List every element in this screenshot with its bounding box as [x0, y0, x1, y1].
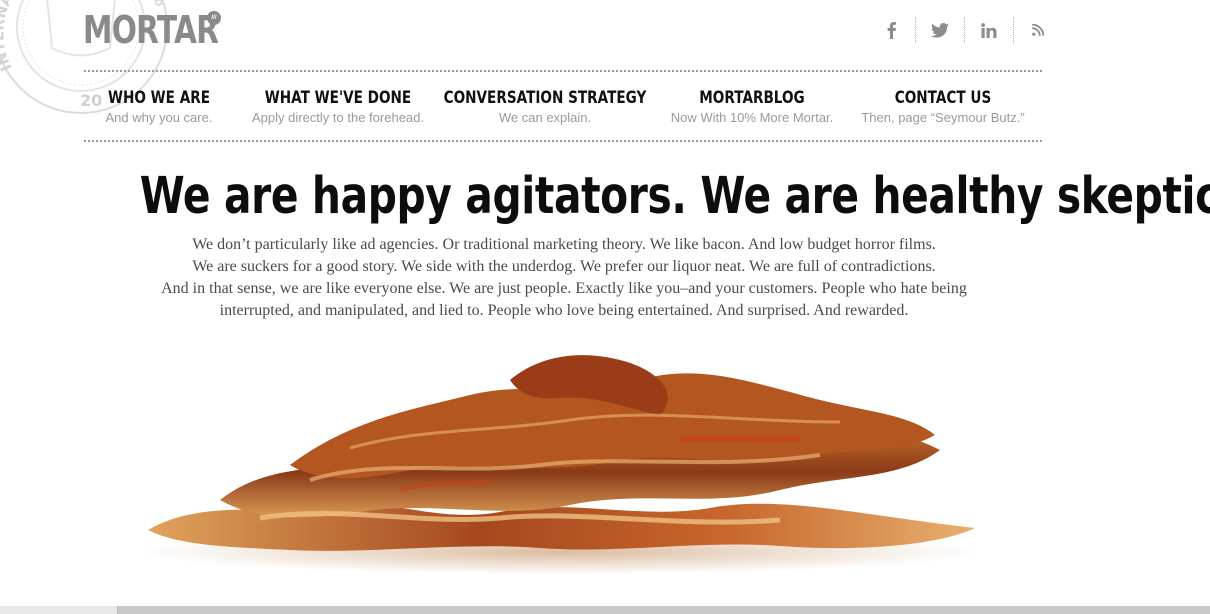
nav-item-subtitle: Apply directly to the forehead. — [252, 110, 424, 125]
bacon-image — [140, 355, 980, 574]
nav-item-what-weve-done[interactable]: WHAT WE'VE DONE Apply directly to the fo… — [247, 88, 430, 127]
page-headline: We are happy agitators. We are healthy s… — [0, 168, 1210, 226]
headline-text: We are happy agitators. We are healthy s… — [139, 167, 1210, 226]
linkedin-link[interactable] — [964, 17, 1013, 43]
nav-item-conversation-strategy[interactable]: CONVERSATION STRATEGY We can explain. — [418, 88, 671, 127]
main-nav: WHO WE ARE And why you care. WHAT WE'VE … — [84, 70, 1042, 142]
intro-line: And in that sense, we are like everyone … — [161, 280, 967, 297]
nav-item-label: MORTARBLOG — [699, 88, 805, 108]
brand-mark-icon: /// — [207, 11, 221, 25]
nav-item-contact-us[interactable]: CONTACT US Then, page “Seymour Butz.” — [861, 88, 1024, 127]
rss-icon — [1032, 24, 1044, 36]
intro-line: interrupted, and manipulated, and lied t… — [219, 302, 909, 319]
nav-item-subtitle: And why you care. — [105, 110, 213, 125]
nav-item-label: WHO WE ARE — [108, 88, 210, 108]
intro-line: We don’t particularly like ad agencies. … — [192, 236, 936, 253]
nav-item-mortarblog[interactable]: MORTARBLOG Now With 10% More Mortar. — [671, 88, 834, 127]
social-links — [866, 17, 1062, 43]
svg-text:INTERNATIONAL: INTERNATIONAL — [0, 0, 53, 74]
nav-item-label: CONVERSATION STRATEGY — [443, 88, 647, 108]
intro-text: We don’t particularly like ad agencies. … — [100, 234, 1028, 322]
twitter-link[interactable] — [915, 17, 964, 43]
nav-item-subtitle: Then, page “Seymour Butz.” — [861, 110, 1025, 125]
facebook-link[interactable] — [866, 17, 915, 43]
brand-logo[interactable]: MORTAR /// — [83, 8, 256, 52]
nav-item-subtitle: We can explain. — [498, 110, 592, 125]
linkedin-icon — [981, 22, 997, 38]
nav-item-subtitle: Now With 10% More Mortar. — [670, 110, 834, 125]
rss-link[interactable] — [1013, 17, 1062, 43]
seal-text-left: INTERNATIONAL — [0, 0, 53, 74]
brand-name: MORTAR — [83, 8, 219, 52]
nav-item-who-we-are[interactable]: WHO WE ARE And why you care. — [95, 88, 223, 127]
scrollbar-thumb[interactable] — [0, 606, 118, 614]
nav-item-label: WHAT WE'VE DONE — [264, 88, 412, 108]
facebook-icon — [887, 22, 896, 39]
horizontal-scrollbar[interactable] — [0, 606, 1210, 614]
twitter-icon — [931, 22, 949, 38]
nav-item-label: CONTACT US — [894, 88, 992, 108]
intro-line: We are suckers for a good story. We side… — [192, 258, 936, 275]
